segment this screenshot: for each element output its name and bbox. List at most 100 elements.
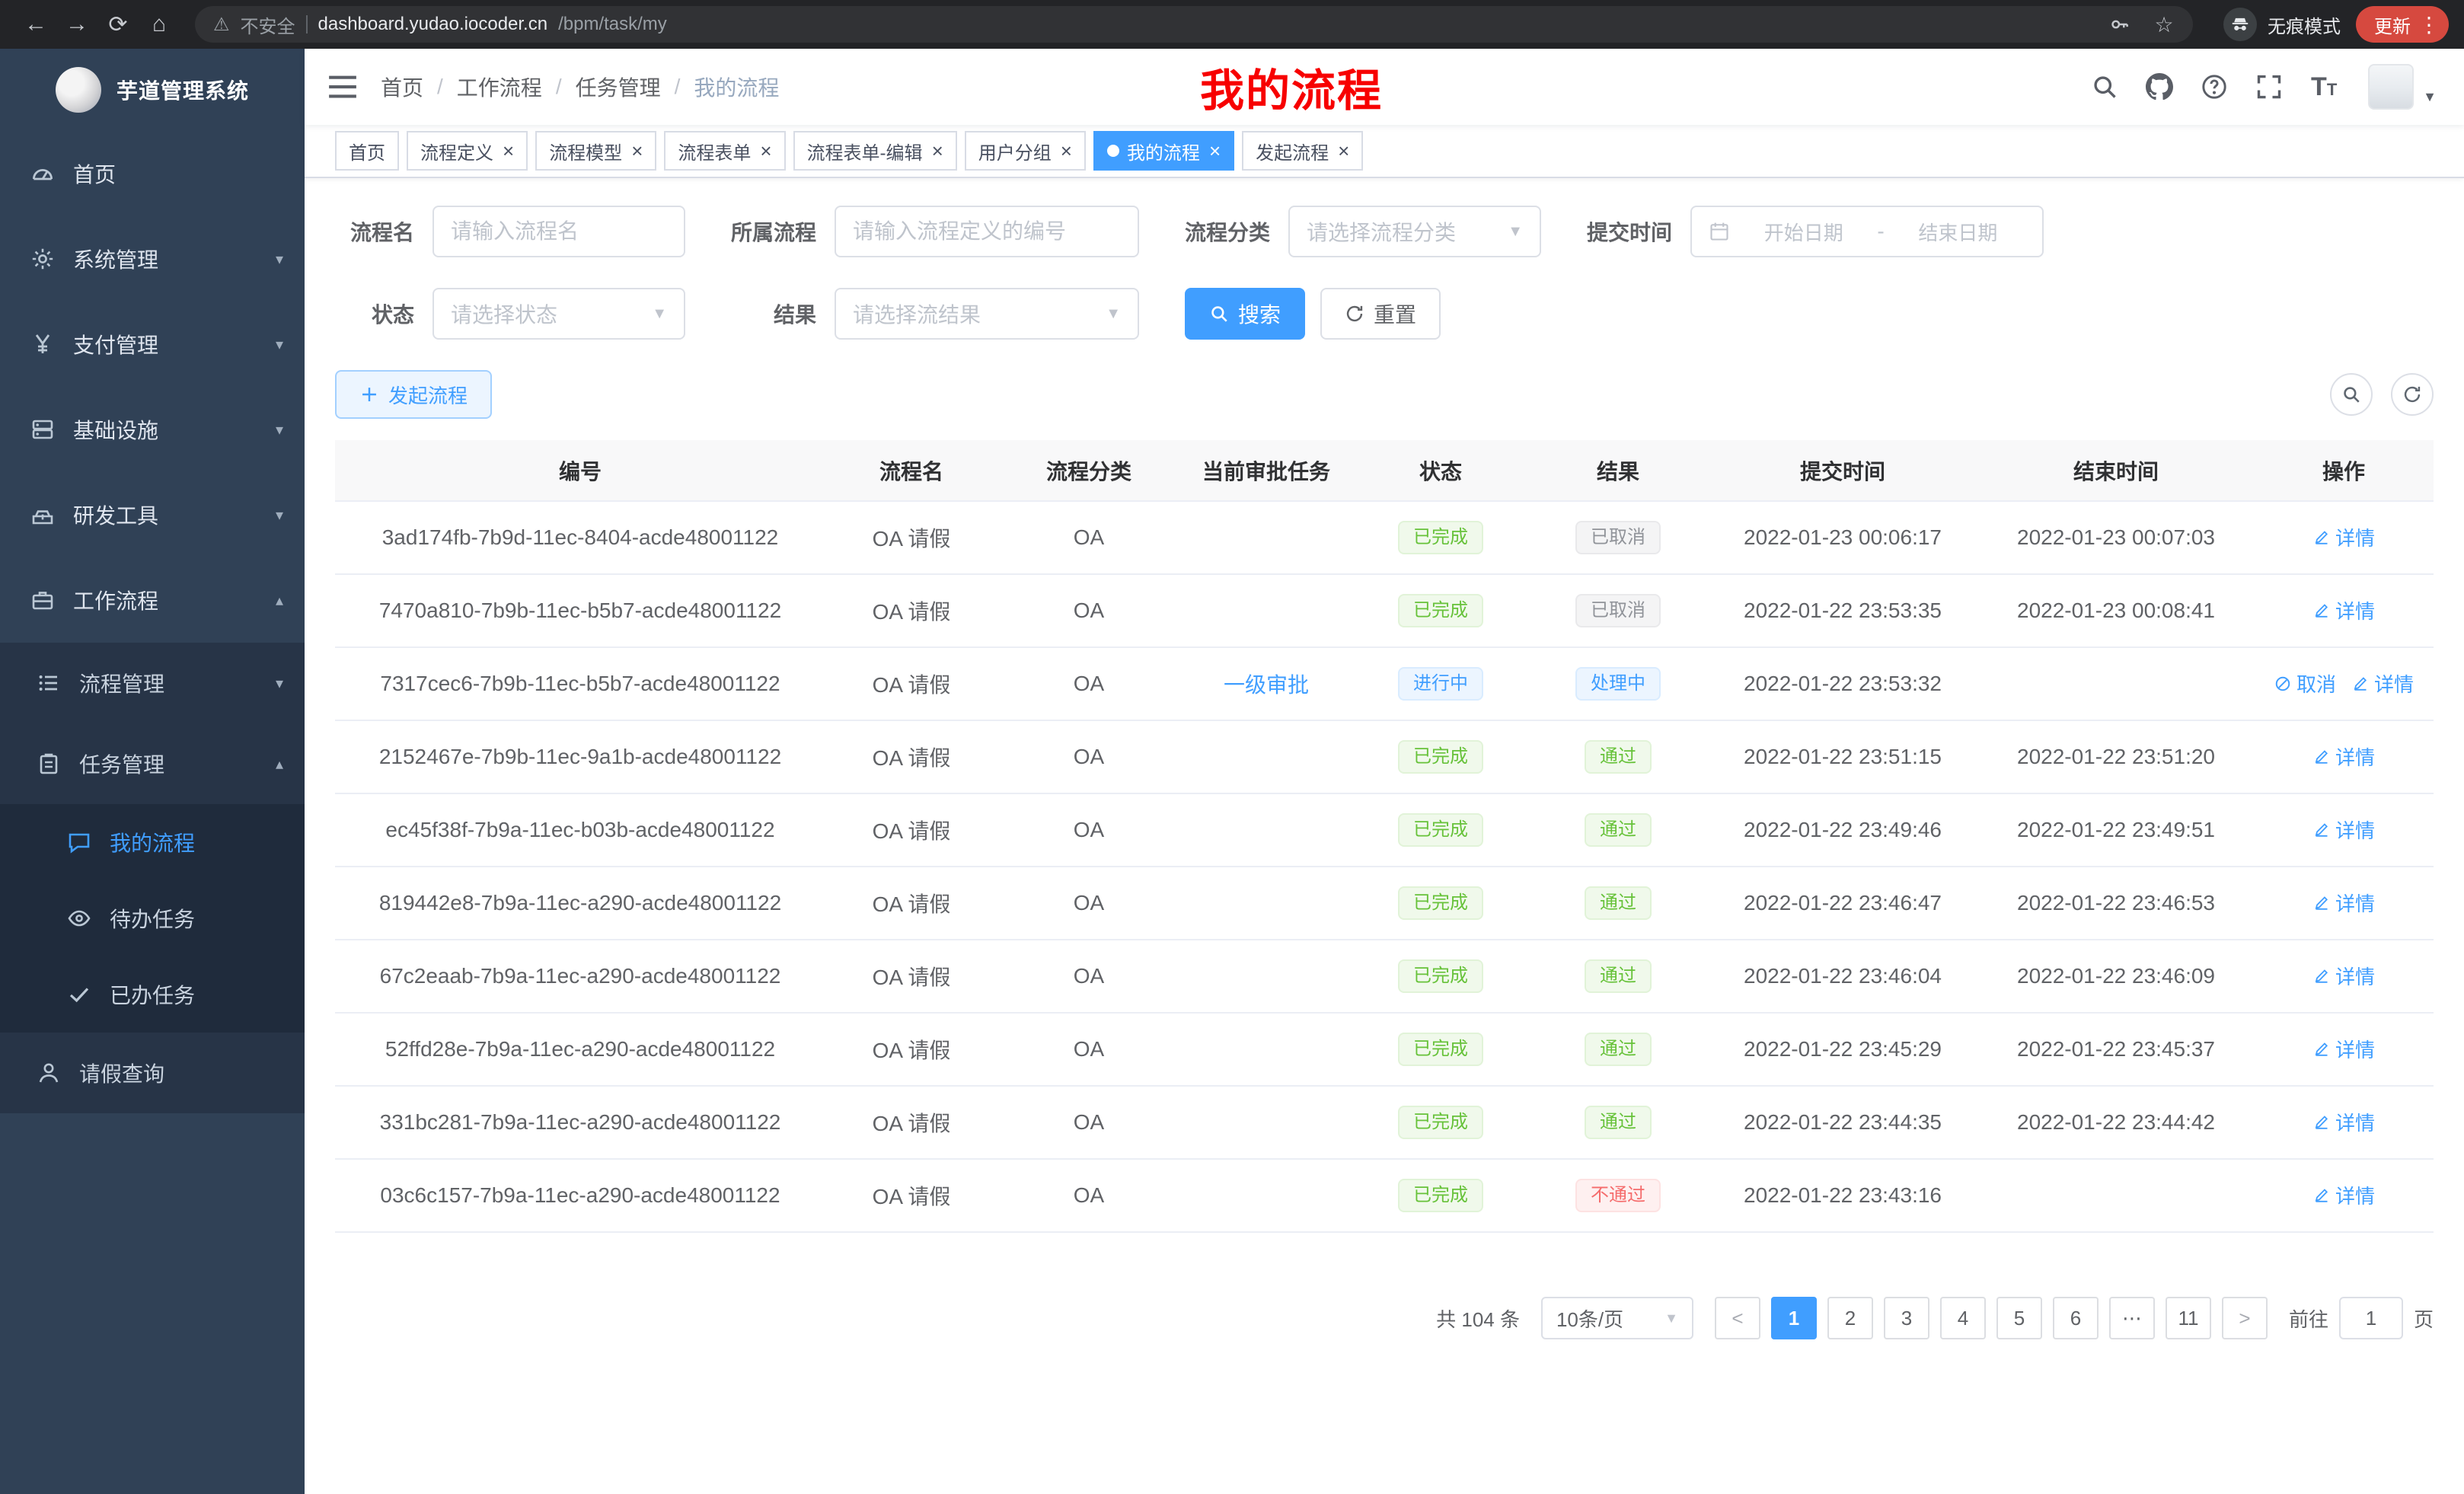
font-size-icon[interactable]: TT (2301, 64, 2347, 110)
breadcrumb-separator: / (556, 75, 562, 99)
page-size-select[interactable]: 10条/页 ▼ (1541, 1297, 1693, 1339)
cell-process-name: OA 请假 (825, 574, 997, 647)
close-icon[interactable]: × (630, 141, 643, 161)
close-icon[interactable]: × (1336, 141, 1349, 161)
process-def-label: 所属流程 (731, 216, 835, 247)
cell-category: OA (997, 793, 1180, 867)
filter-row-1: 流程名 所属流程 流程分类 请选择流程分类 ▼ 提交时间 (335, 206, 2434, 257)
detail-button[interactable]: 详情 (2312, 816, 2375, 844)
detail-button[interactable]: 详情 (2351, 669, 2414, 698)
reset-button[interactable]: 重置 (1320, 288, 1441, 340)
page-button-11[interactable]: 11 (2166, 1297, 2211, 1339)
cell-current-task (1180, 793, 1352, 867)
fullscreen-icon[interactable] (2246, 64, 2292, 110)
sidebar-item-devtools[interactable]: 研发工具▾ (0, 472, 305, 557)
back-icon[interactable]: ← (15, 4, 56, 45)
key-icon[interactable] (2103, 8, 2137, 41)
detail-button[interactable]: 详情 (2312, 1108, 2375, 1136)
status-tag: 已完成 (1398, 1106, 1483, 1139)
tab-process-definition[interactable]: 流程定义× (407, 131, 528, 171)
address-bar[interactable]: ⚠ 不安全 dashboard.yudao.iocoder.cn/bpm/tas… (195, 6, 2193, 43)
tab-user-group[interactable]: 用户分组× (965, 131, 1086, 171)
tab-process-model[interactable]: 流程模型× (535, 131, 656, 171)
result-tag: 通过 (1585, 886, 1652, 920)
close-icon[interactable]: × (930, 141, 943, 161)
detail-button[interactable]: 详情 (2312, 523, 2375, 551)
column-header: 结束时间 (1978, 440, 2254, 501)
sidebar-item-process-manage[interactable]: 流程管理▾ (0, 643, 305, 723)
sidebar-item-system[interactable]: 系统管理▾ (0, 216, 305, 302)
current-task-link[interactable]: 一级审批 (1224, 669, 1309, 699)
refresh-button[interactable] (2391, 373, 2434, 416)
tab-process-form[interactable]: 流程表单× (664, 131, 785, 171)
page-button-5[interactable]: 5 (1996, 1297, 2042, 1339)
hamburger-icon[interactable] (326, 70, 359, 104)
page-button-1[interactable]: 1 (1771, 1297, 1817, 1339)
cell-id: 3ad174fb-7b9d-11ec-8404-acde48001122 (335, 501, 825, 574)
detail-button[interactable]: 详情 (2312, 1181, 2375, 1209)
more-menu-icon[interactable]: ⋮ (2418, 12, 2440, 37)
browser-home-icon[interactable]: ⌂ (139, 4, 180, 45)
detail-button[interactable]: 详情 (2312, 889, 2375, 917)
page-button-2[interactable]: 2 (1827, 1297, 1873, 1339)
status-select[interactable]: 请选择状态 ▼ (432, 288, 685, 340)
cancel-button[interactable]: 取消 (2274, 669, 2336, 698)
server-icon (30, 417, 55, 442)
page-button-6[interactable]: 6 (2053, 1297, 2099, 1339)
sidebar-item-infra[interactable]: 基础设施▾ (0, 387, 305, 472)
search-toggle-button[interactable] (2330, 373, 2373, 416)
category-select[interactable]: 请选择流程分类 ▼ (1288, 206, 1541, 257)
close-icon[interactable]: × (758, 141, 771, 161)
create-process-button[interactable]: 发起流程 (335, 370, 492, 419)
user-menu[interactable]: ▼ (2368, 64, 2437, 110)
sidebar-item-done-task[interactable]: 已办任务 (0, 956, 305, 1033)
more-pages-icon[interactable]: ⋯ (2109, 1297, 2155, 1339)
bookmark-star-icon[interactable]: ☆ (2147, 8, 2181, 41)
tab-start-process[interactable]: 发起流程× (1242, 131, 1363, 171)
sidebar-item-workflow[interactable]: 工作流程▴ (0, 557, 305, 643)
github-icon[interactable] (2137, 64, 2182, 110)
detail-button[interactable]: 详情 (2312, 1035, 2375, 1063)
detail-button[interactable]: 详情 (2312, 596, 2375, 624)
result-select[interactable]: 请选择流结果 ▼ (835, 288, 1139, 340)
chevron-down-icon: ▾ (276, 506, 289, 525)
tab-my-process[interactable]: 我的流程× (1093, 131, 1234, 171)
page-button-4[interactable]: 4 (1940, 1297, 1986, 1339)
next-page-button[interactable]: > (2222, 1297, 2268, 1339)
sidebar-item-todo-task[interactable]: 待办任务 (0, 880, 305, 956)
sidebar-item-leave-query[interactable]: 请假查询 (0, 1033, 305, 1113)
tab-process-form-edit[interactable]: 流程表单-编辑× (793, 131, 957, 171)
detail-button[interactable]: 详情 (2312, 962, 2375, 990)
detail-button[interactable]: 详情 (2312, 742, 2375, 771)
sidebar-item-home[interactable]: 首页 (0, 131, 305, 216)
close-icon[interactable]: × (1208, 141, 1221, 161)
prev-page-button[interactable]: < (1715, 1297, 1760, 1339)
cell-category: OA (997, 720, 1180, 793)
update-button[interactable]: 更新 ⋮ (2356, 6, 2449, 43)
chevron-down-icon: ▼ (1664, 1310, 1678, 1326)
breadcrumb-item[interactable]: 首页 (381, 72, 423, 102)
result-label: 结果 (731, 298, 835, 329)
process-name-input[interactable] (432, 206, 685, 257)
page-jump-input[interactable] (2339, 1297, 2403, 1339)
cell-category: OA (997, 1086, 1180, 1159)
tab-home[interactable]: 首页 (335, 131, 399, 171)
cell-current-task (1180, 720, 1352, 793)
process-def-input[interactable] (835, 206, 1139, 257)
breadcrumb-item[interactable]: 任务管理 (576, 72, 661, 102)
submit-time-range[interactable]: 开始日期 - 结束日期 (1690, 206, 2044, 257)
breadcrumb-item[interactable]: 工作流程 (457, 72, 542, 102)
avatar[interactable] (2368, 64, 2414, 110)
search-button[interactable]: 搜索 (1185, 288, 1305, 340)
reload-icon[interactable]: ⟳ (97, 4, 139, 45)
sidebar-item-my-process[interactable]: 我的流程 (0, 804, 305, 880)
page-button-3[interactable]: 3 (1884, 1297, 1929, 1339)
close-icon[interactable]: × (501, 141, 514, 161)
question-icon[interactable] (2191, 64, 2237, 110)
search-icon[interactable] (2082, 64, 2127, 110)
close-icon[interactable]: × (1059, 141, 1072, 161)
sidebar-item-payment[interactable]: 支付管理▾ (0, 302, 305, 387)
end-date-placeholder: 结束日期 (1891, 218, 2025, 246)
forward-icon[interactable]: → (56, 4, 97, 45)
sidebar-item-task-manage[interactable]: 任务管理▴ (0, 723, 305, 804)
